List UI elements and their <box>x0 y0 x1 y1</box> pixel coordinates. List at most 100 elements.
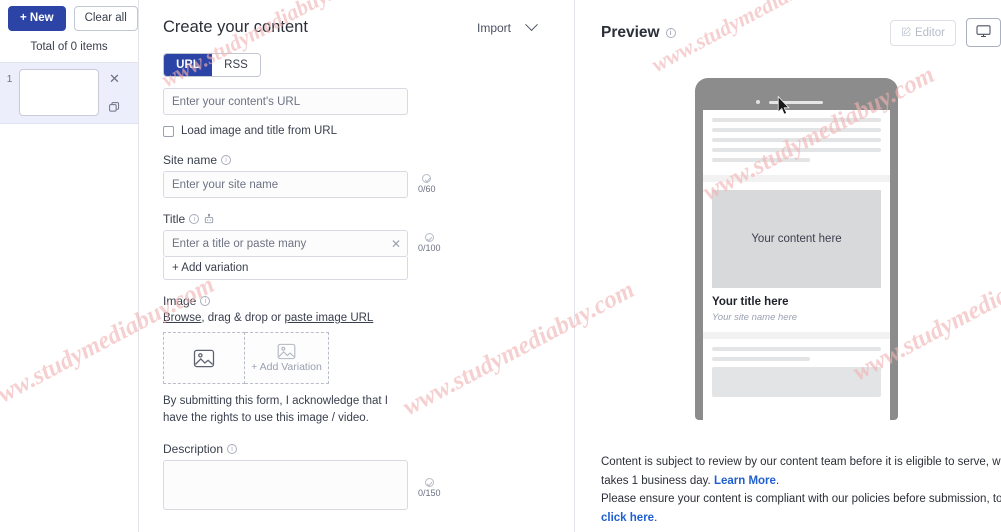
duplicate-icon[interactable] <box>107 100 122 115</box>
site-name-field-group: Site name i 0/60 <box>163 153 556 198</box>
paste-image-url-link[interactable]: paste image URL <box>284 312 373 324</box>
load-from-url-checkbox-row[interactable]: Load image and title from URL <box>163 125 556 137</box>
close-icon[interactable]: ✕ <box>107 71 122 86</box>
skeleton-line <box>712 158 811 162</box>
source-type-toggle: URL RSS <box>163 53 261 77</box>
app-root: + New Clear all Total of 0 items 1 ✕ Cre… <box>0 0 1001 532</box>
title-label: Title <box>163 212 186 226</box>
add-title-variation-button[interactable]: + Add variation <box>163 257 408 280</box>
site-name-counter-text: 0/60 <box>418 184 436 194</box>
skeleton-line <box>712 128 881 132</box>
info-icon[interactable]: i <box>227 444 238 455</box>
url-field-group <box>163 88 556 115</box>
title-input[interactable] <box>163 230 408 257</box>
skeleton-divider <box>703 175 890 182</box>
learn-more-link[interactable]: Learn More <box>714 475 776 487</box>
notice-line-4: click here. <box>601 509 1001 527</box>
tab-url[interactable]: URL <box>164 54 212 76</box>
info-icon[interactable]: i <box>200 296 211 306</box>
content-url-input[interactable] <box>163 88 408 115</box>
notice-line-4-period: . <box>654 511 658 524</box>
phone-frame: Your content here Your title here Your s… <box>695 78 898 420</box>
check-circle-icon <box>424 233 434 242</box>
check-circle-icon <box>424 478 434 488</box>
image-rights-disclaimer: By submitting this form, I acknowledge t… <box>163 395 388 424</box>
notice-line-2: takes 1 business day. Learn More. <box>601 472 1001 490</box>
notice-line-1: Content is subject to review by our cont… <box>601 456 1001 469</box>
preview-header: Preview i Editor <box>601 18 1001 47</box>
description-input-row: 0/150 <box>163 460 556 511</box>
site-name-label-row: Site name i <box>163 153 556 167</box>
preview-title: Preview <box>601 23 660 41</box>
load-from-url-label: Load image and title from URL <box>181 125 337 137</box>
title-input-row: ✕ + Add variation 0/100 <box>163 230 556 280</box>
ai-robot-icon[interactable] <box>203 213 215 225</box>
list-item[interactable]: 1 ✕ <box>0 62 138 124</box>
editor-button[interactable]: Editor <box>889 19 956 46</box>
description-field-group: Description i 0/150 <box>163 442 556 511</box>
phone-camera-dot <box>755 100 760 104</box>
import-dropdown[interactable]: Import <box>476 18 538 35</box>
new-button[interactable]: + New <box>8 6 66 31</box>
browse-link[interactable]: Browse <box>163 312 201 324</box>
preview-view-buttons: Editor <box>889 18 1001 47</box>
title-input-wrap: ✕ <box>163 230 408 257</box>
close-icon[interactable]: ✕ <box>391 238 401 250</box>
skeleton-lines-bottom <box>703 339 890 410</box>
preview-content-site-name: Your site name here <box>712 312 798 323</box>
skeleton-line <box>712 118 881 122</box>
site-name-label: Site name <box>163 153 218 167</box>
description-counter: 0/150 <box>418 460 441 498</box>
title-counter: 0/100 <box>418 230 441 253</box>
chevron-down-icon <box>525 18 538 32</box>
check-circle-icon <box>422 174 432 183</box>
preview-content-card: Your content here Your title here Your s… <box>703 182 890 323</box>
image-dropzone-row: + Add Variation <box>163 332 556 384</box>
mouse-cursor-icon <box>777 96 790 115</box>
image-dropzone[interactable] <box>163 332 245 384</box>
total-items-label: Total of 0 items <box>0 31 138 63</box>
notice-line-2-text: takes 1 business day. <box>601 474 714 487</box>
info-icon[interactable]: i <box>189 214 200 224</box>
skeleton-lines-top <box>703 110 890 175</box>
skeleton-line <box>712 148 881 152</box>
add-image-variation-button[interactable]: + Add Variation <box>245 332 329 384</box>
title-counter-text: 0/100 <box>418 243 441 253</box>
title-label-row: Title i <box>163 212 556 226</box>
description-label-row: Description i <box>163 442 556 456</box>
load-from-url-checkbox[interactable] <box>163 125 174 137</box>
desktop-preview-button[interactable] <box>966 18 1001 47</box>
skeleton-divider <box>703 332 890 339</box>
content-item-list: 1 ✕ <box>0 62 138 124</box>
image-label: Image <box>163 294 197 308</box>
import-label: Import <box>476 20 511 35</box>
info-icon[interactable]: i <box>665 27 676 38</box>
content-list-sidebar: + New Clear all Total of 0 items 1 ✕ <box>0 0 139 532</box>
page-title: Create your content <box>163 18 308 36</box>
drag-drop-text: , drag & drop or <box>201 312 285 324</box>
title-field-group: Title i ✕ + Add vari <box>163 212 556 280</box>
description-textarea[interactable] <box>163 460 408 511</box>
phone-preview-mockup: Your content here Your title here Your s… <box>695 78 898 420</box>
site-name-counter: 0/60 <box>418 171 436 194</box>
title-input-stack: ✕ + Add variation <box>163 230 408 280</box>
image-placeholder-icon <box>193 349 215 368</box>
add-image-variation-label: + Add Variation <box>251 361 322 373</box>
preview-content-title: Your title here <box>712 296 789 308</box>
preview-panel: Preview i Editor Your content here Your … <box>575 0 1001 532</box>
description-counter-text: 0/150 <box>418 488 441 499</box>
click-here-link[interactable]: click here <box>601 512 654 524</box>
clear-all-button[interactable]: Clear all <box>73 6 138 31</box>
preview-content-image: Your content here <box>712 190 881 288</box>
info-icon[interactable]: i <box>221 155 232 165</box>
submission-notice: Content is subject to review by our cont… <box>601 453 1001 527</box>
description-label: Description <box>163 442 224 457</box>
tab-rss[interactable]: RSS <box>212 54 260 76</box>
site-name-input-row: 0/60 <box>163 171 556 198</box>
preview-title-row: Preview i <box>601 24 676 42</box>
sidebar-button-row: + New Clear all <box>8 6 138 31</box>
site-name-input[interactable] <box>163 171 408 198</box>
list-item-thumbnail[interactable] <box>19 69 99 117</box>
list-item-actions: ✕ <box>107 71 122 115</box>
skeleton-line <box>712 347 881 351</box>
